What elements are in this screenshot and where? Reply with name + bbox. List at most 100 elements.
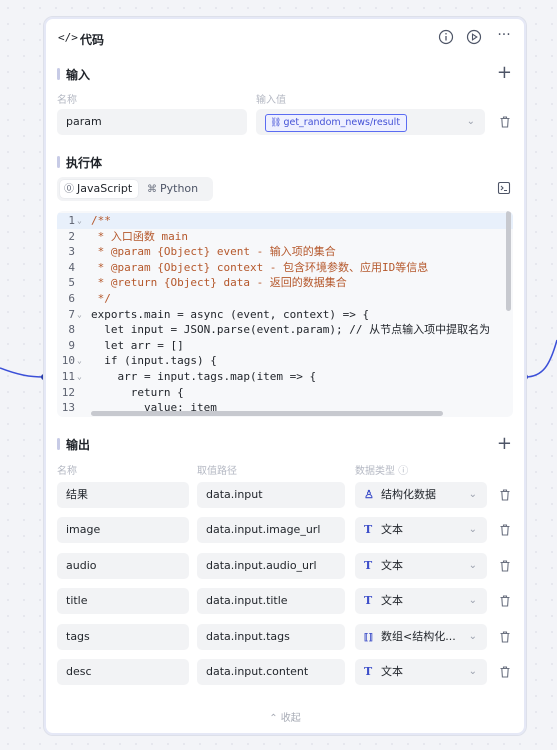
code-text: let input = JSON.parse(event.param); // … <box>91 323 491 337</box>
line-number: 2 <box>68 229 75 243</box>
line-number: 5 <box>68 276 75 290</box>
code-text: arr = input.tags.map(item => { <box>91 370 317 383</box>
line-number: 11 <box>61 370 75 383</box>
delete-output-icon[interactable] <box>498 665 512 679</box>
reference-label: get_random_news/result <box>283 117 401 128</box>
line-number: 7 <box>68 307 75 321</box>
line-number: 3 <box>68 245 75 259</box>
link-icon: ⛓ <box>270 118 282 128</box>
chevron-down-icon: ⌄ <box>466 116 475 127</box>
output-path-field[interactable]: data.input <box>197 482 345 508</box>
chevron-down-icon: ⌄ <box>468 489 477 500</box>
chevron-up-icon: ⌃ <box>269 713 278 724</box>
more-icon[interactable]: ··· <box>495 26 513 44</box>
help-icon[interactable]: ⓘ <box>398 466 408 477</box>
output-type-label: 结构化数据 <box>381 488 436 501</box>
delete-output-icon[interactable] <box>498 559 512 573</box>
run-icon[interactable] <box>466 29 484 47</box>
output-section-title: 输出 <box>57 436 90 453</box>
text-icon: T <box>364 665 373 678</box>
tab-javascript[interactable]: ⓪ JavaScript <box>60 180 139 198</box>
input-name-field[interactable]: param <box>57 109 247 135</box>
output-path-field[interactable]: data.input.image_url <box>197 517 345 544</box>
output-type-select[interactable]: ♙ 结构化数据 ⌄ <box>355 482 487 508</box>
output-type-select[interactable]: T 文本 ⌄ <box>355 659 487 685</box>
code-line[interactable]: 7 ⌄ exports.main = async (event, context) … <box>57 307 513 323</box>
code-line[interactable]: 3 * @param {Object} event - 输入项的集合 <box>57 244 513 260</box>
vertical-scrollbar[interactable] <box>506 211 511 311</box>
code-line[interactable]: 1 ⌄ /** <box>57 213 513 229</box>
chevron-down-icon: ⌄ <box>468 666 477 677</box>
delete-input-icon[interactable] <box>498 115 512 129</box>
node-title: 代码 <box>80 33 105 47</box>
code-line[interactable]: 12 return { <box>57 385 513 401</box>
delete-output-icon[interactable] <box>498 630 512 644</box>
output-path-field[interactable]: data.input.title <box>197 588 345 615</box>
text-icon: T <box>364 558 373 572</box>
line-number: 8 <box>68 323 75 337</box>
code-text: return { <box>91 385 184 399</box>
tab-javascript-label: JavaScript <box>77 182 133 195</box>
line-number: 6 <box>68 292 75 305</box>
code-text: * @param {Object} context - 包含环境参数、应用ID等… <box>91 260 429 274</box>
code-editor[interactable]: 1 ⌄/** 2 * 入口函数 main 3 * @param {Object} ev… <box>57 211 513 417</box>
output-name-field[interactable]: title <box>57 588 189 615</box>
code-icon: </> <box>58 31 78 44</box>
code-line[interactable]: 4 * @param {Object} context - 包含环境参数、应用I… <box>57 260 513 276</box>
delete-output-icon[interactable] <box>498 523 512 537</box>
input-name-header: 名称 <box>57 95 77 106</box>
output-name-field[interactable]: tags <box>57 623 189 650</box>
fold-chevron-icon[interactable]: ⌄ <box>77 307 82 323</box>
output-name-field[interactable]: image <box>57 517 189 544</box>
tab-python-label: Python <box>160 182 199 195</box>
code-line[interactable]: 11 ⌄ arr = input.tags.map(item => { <box>57 369 513 385</box>
info-icon[interactable] <box>438 29 456 47</box>
code-line[interactable]: 9 let arr = [] <box>57 338 513 354</box>
fold-chevron-icon[interactable]: ⌄ <box>77 353 82 369</box>
input-value-select[interactable]: ⛓ get_random_news/result ⌄ <box>256 109 485 135</box>
collapse-button[interactable]: ⌃ 收起 <box>44 709 526 724</box>
output-name-field[interactable]: audio <box>57 552 189 579</box>
output-type-select[interactable]: T 文本 ⌄ <box>355 588 487 615</box>
output-name-field[interactable]: desc <box>57 659 189 685</box>
code-text: let arr = [] <box>91 338 184 352</box>
code-line[interactable]: 2 * 入口函数 main <box>57 229 513 245</box>
add-output-icon[interactable]: + <box>497 435 512 453</box>
horizontal-scrollbar[interactable] <box>91 411 443 416</box>
output-type-select[interactable]: T 文本 ⌄ <box>355 517 487 544</box>
javascript-icon: ⓪ <box>64 184 74 195</box>
code-line[interactable]: 6 */ <box>57 291 513 307</box>
code-node-card[interactable]: </> 代码 ··· 输入 + 名称 输入值 param ⛓ get_random… <box>43 16 527 736</box>
delete-output-icon[interactable] <box>498 594 512 608</box>
output-path-field[interactable]: data.input.audio_url <box>197 552 345 579</box>
output-type-select[interactable]: ⟦⟧ 数组<结构化... ⌄ <box>355 623 487 650</box>
output-path-field[interactable]: data.input.tags <box>197 623 345 650</box>
output-path-field[interactable]: data.input.content <box>197 659 345 685</box>
code-text: */ <box>91 292 111 305</box>
chevron-down-icon: ⌄ <box>468 559 477 571</box>
input-section-title: 输入 <box>57 66 90 83</box>
code-line[interactable]: 10 ⌄ if (input.tags) { <box>57 353 513 369</box>
delete-output-icon[interactable] <box>498 488 512 502</box>
code-text: * @return {Object} data - 返回的数据集合 <box>91 276 347 290</box>
code-text: if (input.tags) { <box>91 354 217 368</box>
code-text: * 入口函数 main <box>91 229 188 243</box>
tab-python[interactable]: ⌘ Python <box>143 180 204 198</box>
output-type-label: 文本 <box>381 594 403 608</box>
fold-chevron-icon[interactable]: ⌄ <box>77 369 82 385</box>
code-text: exports.main = async (event, context) =>… <box>91 307 370 321</box>
add-input-icon[interactable]: + <box>497 64 512 82</box>
terminal-icon[interactable] <box>497 181 511 195</box>
chevron-down-icon: ⌄ <box>468 524 477 536</box>
code-line[interactable]: 8 let input = JSON.parse(event.param); /… <box>57 322 513 338</box>
line-number: 13 <box>61 401 75 415</box>
output-type-select[interactable]: T 文本 ⌄ <box>355 552 487 579</box>
array-icon: ⟦⟧ <box>364 632 373 643</box>
collapse-label: 收起 <box>280 713 301 724</box>
line-number: 1 <box>68 214 75 227</box>
code-line[interactable]: 5 * @return {Object} data - 返回的数据集合 <box>57 275 513 291</box>
output-type-label: 文本 <box>381 558 403 572</box>
text-icon: T <box>364 594 373 608</box>
output-name-field[interactable]: 结果 <box>57 482 189 508</box>
fold-chevron-icon[interactable]: ⌄ <box>77 213 82 229</box>
